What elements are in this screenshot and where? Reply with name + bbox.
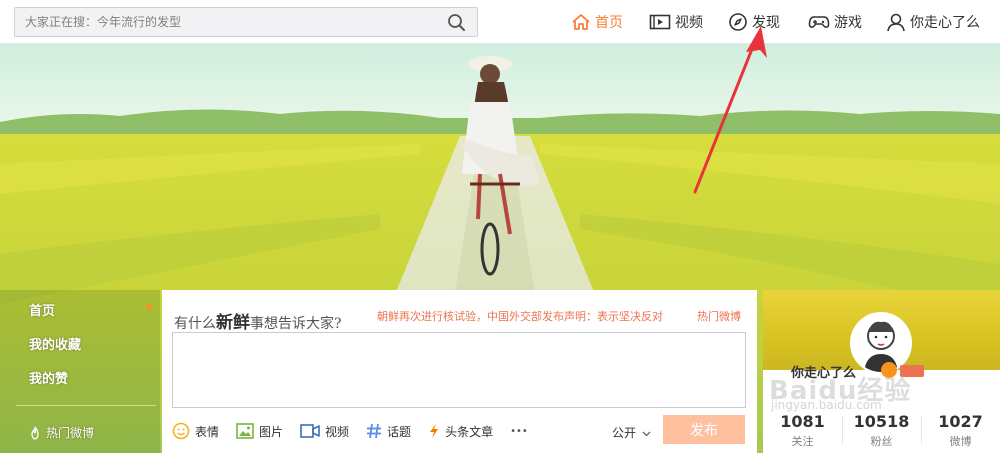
avatar-illustration (852, 314, 910, 372)
home-icon (572, 14, 590, 30)
article-tool[interactable]: 头条文章 (428, 423, 493, 440)
visibility-label: 公开 (612, 426, 637, 440)
nav-home[interactable]: 首页 (571, 0, 623, 44)
search-box (14, 7, 478, 37)
stat-posts-label: 微博 (949, 435, 972, 448)
compose-textarea[interactable] (172, 332, 746, 408)
stat-following-label: 关注 (791, 435, 814, 448)
image-tool-label: 图片 (259, 424, 284, 439)
top-nav-bar: 首页 视频 发现 游戏 你走心了么 (0, 0, 1000, 44)
nav-video[interactable]: 视频 (649, 0, 703, 44)
hot-news-link[interactable]: 朝鲜再次进行核试验，中国外交部发布声明：表示坚决反对 (377, 308, 663, 324)
stat-posts[interactable]: 1027 微博 (921, 412, 1000, 449)
lightning-icon (430, 424, 439, 438)
profile-stats: 1081 关注 10518 粉丝 1027 微博 (763, 412, 1000, 449)
stat-followers-label: 粉丝 (870, 435, 893, 448)
video-tool[interactable]: 视频 (300, 423, 349, 440)
nav-game-label: 游戏 (834, 15, 862, 31)
more-tool-label: ••• (510, 425, 528, 437)
prompt-part-2: 新鲜 (216, 313, 250, 333)
compass-icon (729, 13, 747, 31)
search-input[interactable] (15, 8, 435, 36)
left-nav-home[interactable]: 首页 (29, 300, 55, 319)
emoji-tool[interactable]: 表情 (172, 422, 219, 440)
profile-card: 你走心了么 Baidu经验 jingyan.baidu.com 1081 关注 … (763, 290, 1000, 453)
video-tool-label: 视频 (325, 424, 350, 439)
nav-discover[interactable]: 发现 (728, 0, 780, 44)
compose-toolbar: 表情 图片 视频 话题 头条文章 ••• (172, 420, 545, 442)
article-tool-label: 头条文章 (445, 424, 494, 439)
compose-prompt: 有什么新鲜事想告诉大家? (174, 308, 342, 333)
flame-icon (31, 426, 39, 440)
left-nav: 首页 我的收藏 我的赞 热门微博 (0, 290, 160, 453)
hashtag-icon (367, 423, 382, 439)
gamepad-icon (808, 16, 830, 28)
left-nav-likes[interactable]: 我的赞 (29, 368, 68, 387)
send-button[interactable]: 发布 (663, 415, 745, 444)
left-nav-divider (16, 405, 156, 406)
hot-weibo-link[interactable]: 热门微博 (697, 308, 741, 324)
video-camera-icon (300, 424, 320, 438)
left-nav-hot[interactable]: 热门微博 (29, 424, 94, 441)
stat-followers[interactable]: 10518 粉丝 (842, 412, 921, 449)
topic-tool-label: 话题 (387, 424, 412, 439)
watermark-url: jingyan.baidu.com (771, 398, 882, 412)
stat-followers-value: 10518 (853, 412, 910, 431)
compose-box: 有什么新鲜事想告诉大家? 朝鲜再次进行核试验，中国外交部发布声明：表示坚决反对 … (162, 290, 757, 453)
nav-discover-label: 发现 (752, 15, 780, 31)
emoji-tool-label: 表情 (195, 424, 220, 439)
nav-video-label: 视频 (675, 15, 703, 31)
chevron-down-icon (642, 431, 651, 437)
more-tool[interactable]: ••• (510, 426, 528, 437)
nav-home-label: 首页 (595, 15, 623, 31)
nav-user-label: 你走心了么 (910, 15, 980, 31)
image-tool[interactable]: 图片 (236, 423, 283, 440)
left-nav-hot-label: 热门微博 (46, 426, 95, 440)
nav-game[interactable]: 游戏 (808, 0, 862, 44)
search-icon[interactable] (447, 13, 467, 33)
stat-following[interactable]: 1081 关注 (763, 412, 842, 449)
prompt-part-1: 有什么 (174, 316, 216, 332)
image-icon (236, 423, 254, 439)
left-nav-favorites[interactable]: 我的收藏 (29, 334, 81, 353)
stat-posts-value: 1027 (938, 412, 983, 431)
user-icon (887, 13, 905, 32)
video-icon (649, 14, 671, 30)
stat-following-value: 1081 (780, 412, 825, 431)
visibility-select[interactable]: 公开 (612, 424, 651, 441)
prompt-part-3: 事想告诉大家? (250, 316, 342, 332)
smiley-icon (172, 422, 190, 440)
unread-dot (146, 304, 152, 310)
topic-tool[interactable]: 话题 (366, 423, 411, 440)
nav-user[interactable]: 你走心了么 (886, 0, 980, 44)
